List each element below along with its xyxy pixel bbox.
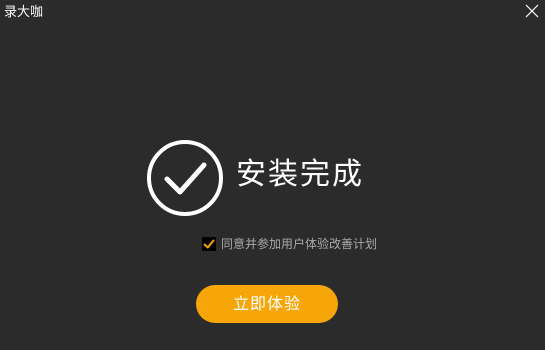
install-complete-heading: 安装完成 xyxy=(236,157,364,192)
start-experience-button[interactable]: 立即体验 xyxy=(196,285,338,323)
window-title: 录大咖 xyxy=(4,5,44,20)
consent-label: 同意并参加用户体验改善计划 xyxy=(221,237,378,251)
close-icon xyxy=(525,4,539,18)
check-circle-icon xyxy=(146,139,224,217)
ux-program-consent[interactable]: 同意并参加用户体验改善计划 xyxy=(202,236,377,252)
consent-checkbox[interactable] xyxy=(202,237,216,251)
installer-window: 录大咖 安装完成 同意并参加用户体验改善计划 立即体验 xyxy=(0,0,545,350)
checkmark-icon xyxy=(203,239,215,249)
close-button[interactable] xyxy=(523,2,541,20)
